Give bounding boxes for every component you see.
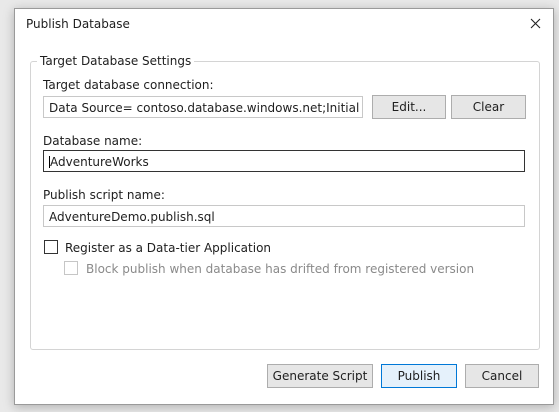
publish-database-dialog: Publish Database Target Database Setting… (14, 8, 554, 405)
generate-script-button[interactable]: Generate Script (267, 364, 373, 388)
connection-label: Target database connection: (43, 78, 214, 92)
edit-button[interactable]: Edit... (372, 95, 446, 119)
script-name-field[interactable]: AdventureDemo.publish.sql (43, 205, 525, 227)
register-dac-label[interactable]: Register as a Data-tier Application (65, 241, 271, 255)
clear-button[interactable]: Clear (451, 95, 526, 119)
publish-button[interactable]: Publish (381, 364, 457, 388)
connection-field[interactable]: Data Source= contoso.database.windows.ne… (43, 96, 363, 118)
block-publish-checkbox (64, 261, 78, 275)
cancel-button[interactable]: Cancel (465, 364, 539, 388)
script-name-label: Publish script name: (43, 188, 165, 202)
group-legend: Target Database Settings (40, 54, 192, 68)
dialog-title: Publish Database (26, 17, 130, 31)
close-button[interactable] (526, 14, 544, 32)
database-name-value: AdventureWorks (50, 155, 149, 169)
block-publish-label: Block publish when database has drifted … (86, 262, 475, 276)
close-icon (530, 18, 540, 28)
database-name-field[interactable]: AdventureWorks (43, 150, 525, 172)
register-dac-checkbox[interactable] (44, 240, 58, 254)
database-name-label: Database name: (43, 134, 143, 148)
